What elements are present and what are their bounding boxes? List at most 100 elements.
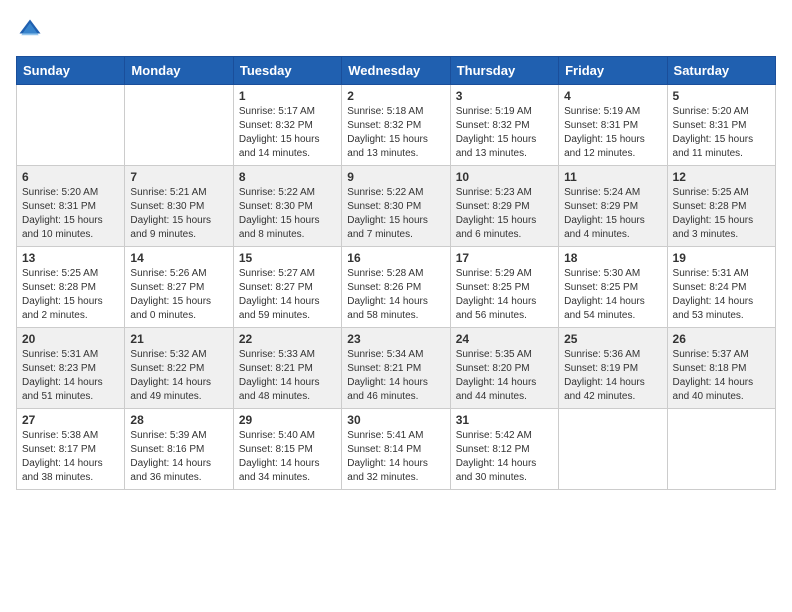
day-header: Thursday [450, 57, 558, 85]
day-number: 4 [564, 89, 661, 103]
calendar-header-row: SundayMondayTuesdayWednesdayThursdayFrid… [17, 57, 776, 85]
day-number: 13 [22, 251, 119, 265]
calendar-cell: 18 Sunrise: 5:30 AM Sunset: 8:25 PM Dayli… [559, 247, 667, 328]
day-number: 18 [564, 251, 661, 265]
day-info: Sunrise: 5:35 AM Sunset: 8:20 PM Dayligh… [456, 348, 553, 404]
day-number: 29 [239, 413, 336, 427]
calendar-cell: 13 Sunrise: 5:25 AM Sunset: 8:28 PM Dayli… [17, 247, 125, 328]
day-info: Sunrise: 5:21 AM Sunset: 8:30 PM Dayligh… [130, 186, 227, 242]
day-number: 22 [239, 332, 336, 346]
calendar-cell: 5 Sunrise: 5:20 AM Sunset: 8:31 PM Daylig… [667, 85, 775, 166]
calendar-cell: 14 Sunrise: 5:26 AM Sunset: 8:27 PM Dayli… [125, 247, 233, 328]
day-number: 14 [130, 251, 227, 265]
calendar-cell [667, 409, 775, 490]
day-number: 5 [673, 89, 770, 103]
day-info: Sunrise: 5:19 AM Sunset: 8:32 PM Dayligh… [456, 105, 553, 161]
day-info: Sunrise: 5:40 AM Sunset: 8:15 PM Dayligh… [239, 429, 336, 485]
day-number: 10 [456, 170, 553, 184]
day-info: Sunrise: 5:20 AM Sunset: 8:31 PM Dayligh… [673, 105, 770, 161]
calendar-week-row: 20 Sunrise: 5:31 AM Sunset: 8:23 PM Dayli… [17, 328, 776, 409]
calendar-cell: 28 Sunrise: 5:39 AM Sunset: 8:16 PM Dayli… [125, 409, 233, 490]
calendar-cell: 15Sunrise: 5:27 AM Sunset: 8:27 PM Dayli… [233, 247, 341, 328]
calendar-cell: 24 Sunrise: 5:35 AM Sunset: 8:20 PM Dayli… [450, 328, 558, 409]
day-info: Sunrise: 5:24 AM Sunset: 8:29 PM Dayligh… [564, 186, 661, 242]
calendar-cell: 16 Sunrise: 5:28 AM Sunset: 8:26 PM Dayli… [342, 247, 450, 328]
day-number: 30 [347, 413, 444, 427]
day-info: Sunrise: 5:20 AM Sunset: 8:31 PM Dayligh… [22, 186, 119, 242]
day-header: Tuesday [233, 57, 341, 85]
calendar-cell: 1 Sunrise: 5:17 AM Sunset: 8:32 PM Daylig… [233, 85, 341, 166]
day-info: Sunrise: 5:18 AM Sunset: 8:32 PM Dayligh… [347, 105, 444, 161]
day-info: Sunrise: 5:27 AM Sunset: 8:27 PM Dayligh… [239, 267, 336, 323]
calendar-cell: 20 Sunrise: 5:31 AM Sunset: 8:23 PM Dayli… [17, 328, 125, 409]
day-number: 27 [22, 413, 119, 427]
day-number: 9 [347, 170, 444, 184]
calendar-cell: 8 Sunrise: 5:22 AM Sunset: 8:30 PM Daylig… [233, 166, 341, 247]
day-info: Sunrise: 5:39 AM Sunset: 8:16 PM Dayligh… [130, 429, 227, 485]
calendar-cell [125, 85, 233, 166]
logo [16, 16, 48, 44]
day-info: Sunrise: 5:22 AM Sunset: 8:30 PM Dayligh… [239, 186, 336, 242]
day-info: Sunrise: 5:25 AM Sunset: 8:28 PM Dayligh… [673, 186, 770, 242]
day-info: Sunrise: 5:41 AM Sunset: 8:14 PM Dayligh… [347, 429, 444, 485]
day-number: 19 [673, 251, 770, 265]
calendar-week-row: 6 Sunrise: 5:20 AM Sunset: 8:31 PM Daylig… [17, 166, 776, 247]
day-number: 31 [456, 413, 553, 427]
day-info: Sunrise: 5:42 AM Sunset: 8:12 PM Dayligh… [456, 429, 553, 485]
day-info: Sunrise: 5:33 AM Sunset: 8:21 PM Dayligh… [239, 348, 336, 404]
day-info: Sunrise: 5:28 AM Sunset: 8:26 PM Dayligh… [347, 267, 444, 323]
calendar-cell: 12Sunrise: 5:25 AM Sunset: 8:28 PM Dayli… [667, 166, 775, 247]
calendar-cell: 4Sunrise: 5:19 AM Sunset: 8:31 PM Daylig… [559, 85, 667, 166]
day-info: Sunrise: 5:26 AM Sunset: 8:27 PM Dayligh… [130, 267, 227, 323]
day-number: 6 [22, 170, 119, 184]
day-number: 17 [456, 251, 553, 265]
day-number: 24 [456, 332, 553, 346]
day-number: 1 [239, 89, 336, 103]
day-number: 16 [347, 251, 444, 265]
day-info: Sunrise: 5:31 AM Sunset: 8:23 PM Dayligh… [22, 348, 119, 404]
day-info: Sunrise: 5:31 AM Sunset: 8:24 PM Dayligh… [673, 267, 770, 323]
day-number: 11 [564, 170, 661, 184]
calendar-cell: 23 Sunrise: 5:34 AM Sunset: 8:21 PM Dayli… [342, 328, 450, 409]
calendar-cell: 6 Sunrise: 5:20 AM Sunset: 8:31 PM Daylig… [17, 166, 125, 247]
logo-icon [16, 16, 44, 44]
day-number: 23 [347, 332, 444, 346]
calendar-cell: 7Sunrise: 5:21 AM Sunset: 8:30 PM Daylig… [125, 166, 233, 247]
calendar-cell: 29 Sunrise: 5:40 AM Sunset: 8:15 PM Dayli… [233, 409, 341, 490]
day-info: Sunrise: 5:34 AM Sunset: 8:21 PM Dayligh… [347, 348, 444, 404]
day-number: 25 [564, 332, 661, 346]
calendar-cell: 2 Sunrise: 5:18 AM Sunset: 8:32 PM Daylig… [342, 85, 450, 166]
calendar-cell: 9 Sunrise: 5:22 AM Sunset: 8:30 PM Daylig… [342, 166, 450, 247]
day-info: Sunrise: 5:37 AM Sunset: 8:18 PM Dayligh… [673, 348, 770, 404]
day-header: Friday [559, 57, 667, 85]
day-info: Sunrise: 5:32 AM Sunset: 8:22 PM Dayligh… [130, 348, 227, 404]
day-info: Sunrise: 5:29 AM Sunset: 8:25 PM Dayligh… [456, 267, 553, 323]
day-header: Wednesday [342, 57, 450, 85]
calendar-table: SundayMondayTuesdayWednesdayThursdayFrid… [16, 56, 776, 490]
calendar-cell: 22 Sunrise: 5:33 AM Sunset: 8:21 PM Dayli… [233, 328, 341, 409]
calendar-cell: 27Sunrise: 5:38 AM Sunset: 8:17 PM Dayli… [17, 409, 125, 490]
day-number: 20 [22, 332, 119, 346]
day-number: 2 [347, 89, 444, 103]
day-info: Sunrise: 5:25 AM Sunset: 8:28 PM Dayligh… [22, 267, 119, 323]
calendar-cell: 26 Sunrise: 5:37 AM Sunset: 8:18 PM Dayli… [667, 328, 775, 409]
day-number: 21 [130, 332, 227, 346]
day-info: Sunrise: 5:22 AM Sunset: 8:30 PM Dayligh… [347, 186, 444, 242]
day-number: 28 [130, 413, 227, 427]
day-number: 26 [673, 332, 770, 346]
calendar-cell: 30 Sunrise: 5:41 AM Sunset: 8:14 PM Dayli… [342, 409, 450, 490]
calendar-cell: 19 Sunrise: 5:31 AM Sunset: 8:24 PM Dayli… [667, 247, 775, 328]
calendar-cell: 17 Sunrise: 5:29 AM Sunset: 8:25 PM Dayli… [450, 247, 558, 328]
day-info: Sunrise: 5:30 AM Sunset: 8:25 PM Dayligh… [564, 267, 661, 323]
calendar-week-row: 27Sunrise: 5:38 AM Sunset: 8:17 PM Dayli… [17, 409, 776, 490]
day-number: 3 [456, 89, 553, 103]
calendar-cell: 21 Sunrise: 5:32 AM Sunset: 8:22 PM Dayli… [125, 328, 233, 409]
calendar-cell [559, 409, 667, 490]
day-number: 8 [239, 170, 336, 184]
day-header: Monday [125, 57, 233, 85]
page-header [16, 16, 776, 44]
calendar-cell: 31 Sunrise: 5:42 AM Sunset: 8:12 PM Dayli… [450, 409, 558, 490]
calendar-week-row: 1 Sunrise: 5:17 AM Sunset: 8:32 PM Daylig… [17, 85, 776, 166]
calendar-cell: 10Sunrise: 5:23 AM Sunset: 8:29 PM Dayli… [450, 166, 558, 247]
day-info: Sunrise: 5:17 AM Sunset: 8:32 PM Dayligh… [239, 105, 336, 161]
